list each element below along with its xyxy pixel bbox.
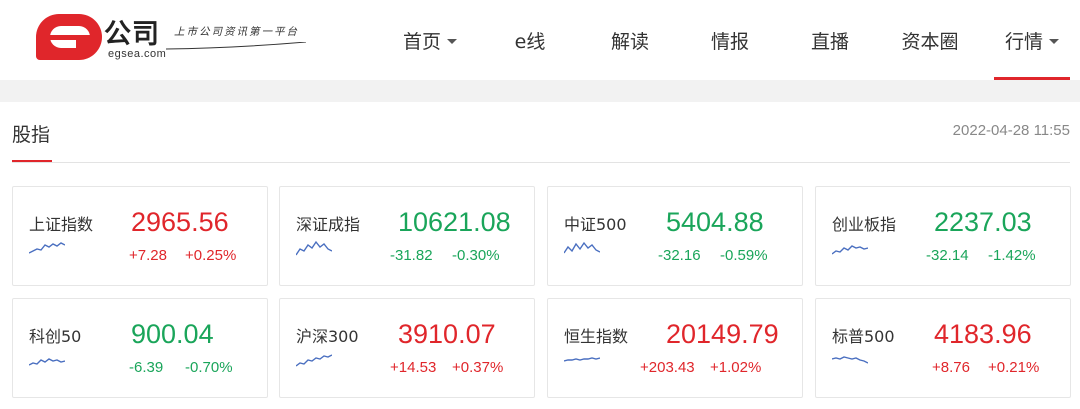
logo-chinese-text: 公司 (104, 19, 160, 50)
index-change: +8.76 (932, 359, 970, 376)
nav-item-label: e线 (514, 30, 546, 53)
nav-item-label: 直播 (810, 30, 849, 53)
update-timestamp: 2022-04-28 11:55 (952, 122, 1070, 139)
index-name: 沪深300 (296, 327, 359, 346)
index-name: 创业板指 (832, 215, 897, 234)
site-header: 公司 egsea.com 上市公司资讯第一平台 首页 e线 解读 情报 直播 资本圈 行情 (0, 0, 1080, 80)
logo-e-icon (36, 14, 102, 60)
sparkline-icon (296, 354, 332, 367)
index-change: +203.43 (640, 359, 695, 376)
index-price: 2965.56 (131, 207, 229, 237)
index-change-percent: -0.70% (185, 359, 233, 376)
nav-item-live[interactable]: 直播 (780, 0, 880, 80)
section-divider (12, 162, 1070, 163)
index-panel: 股指 2022-04-28 11:55 上证指数 2965.56 +7.28 +0.2… (0, 102, 1080, 409)
sparkline-icon (564, 357, 600, 362)
index-price: 20149.79 (666, 319, 779, 349)
nav-item-capital-circle[interactable]: 资本圈 (880, 0, 980, 80)
caret-down-icon (447, 38, 457, 44)
index-change-percent: +1.02% (710, 359, 762, 376)
index-card-csi-300[interactable]: 沪深300 3910.07 +14.53 +0.37% (279, 298, 535, 398)
index-change: -6.39 (129, 359, 164, 376)
main-nav: 首页 e线 解读 情报 直播 资本圈 行情 (380, 0, 1070, 80)
nav-item-label: 首页 (402, 30, 441, 53)
index-card-sp-500[interactable]: 标普500 4183.96 +8.76 +0.21% (815, 298, 1071, 398)
index-name: 上证指数 (29, 215, 94, 234)
index-name: 中证500 (564, 215, 627, 234)
sparkline-icon (29, 242, 65, 254)
logo-slogan: 上市公司资讯第一平台 (174, 26, 299, 38)
index-change: +7.28 (129, 247, 167, 264)
nav-item-analysis[interactable]: 解读 (580, 0, 680, 80)
nav-item-label: 行情 (1004, 30, 1043, 53)
sparkline-icon (564, 241, 600, 254)
nav-item-e-line[interactable]: e线 (480, 0, 580, 80)
index-name: 标普500 (832, 327, 895, 346)
nav-item-intel[interactable]: 情报 (680, 0, 780, 80)
nav-item-market[interactable]: 行情 (994, 0, 1070, 80)
index-card-csi-500[interactable]: 中证500 5404.88 -32.16 -0.59% (547, 186, 803, 286)
index-change-percent: -0.30% (452, 247, 500, 264)
sparkline-icon (832, 356, 868, 364)
caret-down-icon (1049, 38, 1059, 44)
index-card-szse-component[interactable]: 深证成指 10621.08 -31.82 -0.30% (279, 186, 535, 286)
index-name: 科创50 (29, 327, 82, 346)
index-name: 深证成指 (296, 215, 361, 234)
index-price: 3910.07 (398, 319, 496, 349)
index-price: 900.04 (131, 319, 214, 349)
index-change-percent: -1.42% (988, 247, 1036, 264)
sparkline-icon (296, 240, 332, 256)
logo-domain-text: egsea.com (108, 48, 167, 60)
index-card-chinext[interactable]: 创业板指 2237.03 -32.14 -1.42% (815, 186, 1071, 286)
index-change: -32.16 (658, 247, 701, 264)
index-card-hang-seng[interactable]: 恒生指数 20149.79 +203.43 +1.02% (547, 298, 803, 398)
index-change: +14.53 (390, 359, 437, 376)
sparkline-icon (29, 358, 65, 366)
index-change-percent: +0.37% (452, 359, 504, 376)
nav-item-label: 情报 (710, 30, 749, 53)
index-change-percent: +0.21% (988, 359, 1040, 376)
index-price: 2237.03 (934, 207, 1032, 237)
index-change-percent: +0.25% (185, 247, 237, 264)
index-card-sse-composite[interactable]: 上证指数 2965.56 +7.28 +0.25% (12, 186, 268, 286)
index-price: 10621.08 (398, 207, 511, 237)
index-change: -31.82 (390, 247, 433, 264)
index-price: 5404.88 (666, 207, 764, 237)
nav-item-label: 资本圈 (901, 30, 959, 53)
nav-item-label: 解读 (610, 30, 649, 53)
index-change: -32.14 (926, 247, 969, 264)
logo-swoosh-icon (166, 42, 306, 50)
egsea-logo[interactable]: 公司 egsea.com 上市公司资讯第一平台 (36, 12, 326, 62)
sparkline-icon (832, 245, 868, 255)
index-name: 恒生指数 (564, 327, 629, 346)
index-change-percent: -0.59% (720, 247, 768, 264)
index-price: 4183.96 (934, 319, 1032, 349)
nav-item-home[interactable]: 首页 (380, 0, 480, 80)
section-title: 股指 (12, 124, 51, 146)
index-card-star-50[interactable]: 科创50 900.04 -6.39 -0.70% (12, 298, 268, 398)
